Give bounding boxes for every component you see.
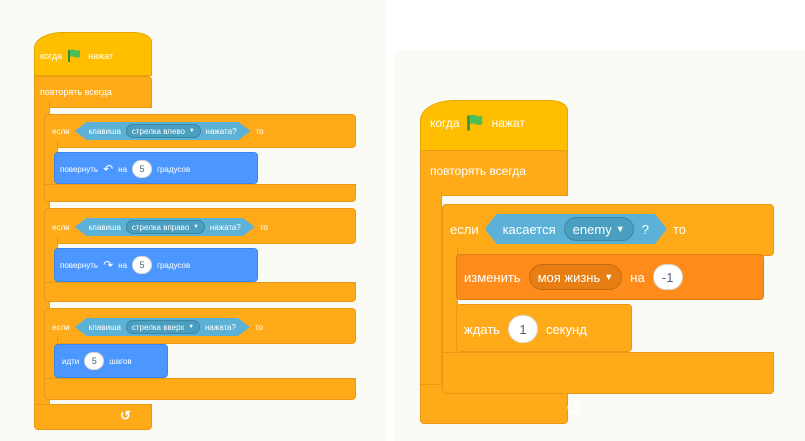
variable-dropdown-value: моя жизнь bbox=[537, 269, 601, 285]
key-dropdown-value: стрелка вверх bbox=[131, 322, 185, 332]
steps-label: шагов bbox=[109, 356, 132, 366]
key-dropdown[interactable]: стрелка влево ▼ bbox=[126, 124, 201, 138]
key-label: клавиша bbox=[88, 322, 121, 332]
key-dropdown-value: стрелка вправо bbox=[131, 222, 190, 232]
if-block-3-foot bbox=[44, 378, 356, 400]
if-label: если bbox=[450, 221, 479, 237]
key-pressed-boolean[interactable]: клавиша стрелка вверх ▼ нажата? bbox=[75, 318, 250, 336]
degrees-label: градусов bbox=[157, 260, 191, 270]
if-block-3-row: если клавиша стрелка вверх ▼ нажата? то bbox=[52, 318, 263, 336]
wait-row: ждать 1 секунд bbox=[464, 314, 587, 344]
forever-label: повторять всегда bbox=[40, 87, 112, 97]
touching-target-dropdown[interactable]: enemy ▼ bbox=[564, 217, 634, 241]
seconds-label: секунд bbox=[545, 321, 587, 337]
move-steps-row: идти 5 шагов bbox=[62, 352, 132, 370]
question-label: ? bbox=[641, 221, 649, 237]
key-dropdown[interactable]: стрелка вправо ▼ bbox=[126, 220, 205, 234]
key-dropdown[interactable]: стрелка вверх ▼ bbox=[126, 320, 200, 334]
key-pressed-boolean[interactable]: клавиша стрелка вправо ▼ нажата? bbox=[75, 218, 255, 236]
pressed-label: нажата? bbox=[205, 126, 237, 136]
change-label: изменить bbox=[464, 269, 521, 285]
wait-label: ждать bbox=[464, 321, 500, 337]
by-label: на bbox=[118, 260, 128, 270]
change-variable-row: изменить моя жизнь ▼ на -1 bbox=[464, 262, 683, 292]
if-label: если bbox=[52, 222, 70, 232]
if-block-2-foot bbox=[44, 282, 356, 302]
turn-right-row: повернуть ↷ на 5 градусов bbox=[60, 256, 190, 274]
key-label: клавиша bbox=[88, 126, 121, 136]
pressed-label: нажата? bbox=[204, 322, 236, 332]
loop-arrow-icon: ↺ bbox=[120, 408, 131, 423]
forever-label: повторять всегда bbox=[430, 164, 526, 178]
when-flag-clicked-row: когда нажат bbox=[430, 112, 525, 134]
then-label: то bbox=[255, 126, 264, 136]
if-block-1-row: если клавиша стрелка влево ▼ нажата? то bbox=[52, 122, 264, 140]
key-label: клавиша bbox=[88, 222, 121, 232]
move-label: идти bbox=[62, 356, 80, 366]
degrees-input[interactable]: 5 bbox=[132, 160, 153, 178]
then-label: то bbox=[254, 322, 263, 332]
then-label: то bbox=[259, 222, 268, 232]
if-label: если bbox=[52, 322, 70, 332]
wait-seconds-input[interactable]: 1 bbox=[507, 315, 538, 343]
key-pressed-boolean[interactable]: клавиша стрелка влево ▼ нажата? bbox=[75, 122, 251, 140]
change-value-input[interactable]: -1 bbox=[652, 264, 683, 290]
turn-left-row: повернуть ↶ на 5 градусов bbox=[60, 160, 190, 178]
green-flag-icon bbox=[67, 49, 83, 63]
touching-boolean[interactable]: касается enemy ▼ ? bbox=[485, 214, 667, 244]
by-label: на bbox=[630, 269, 645, 285]
if-touching-row: если касается enemy ▼ ? то bbox=[450, 214, 686, 244]
steps-input[interactable]: 5 bbox=[84, 352, 105, 370]
forever-block-foot bbox=[34, 404, 152, 430]
if-label: если bbox=[52, 126, 70, 136]
by-label: на bbox=[118, 164, 128, 174]
touching-label: касается bbox=[502, 221, 556, 237]
turn-label: повернуть bbox=[60, 164, 99, 174]
dropdown-caret-icon: ▼ bbox=[615, 224, 625, 234]
rotate-right-icon: ↷ bbox=[103, 258, 114, 272]
dropdown-caret-icon: ▼ bbox=[189, 128, 195, 134]
dropdown-caret-icon: ▼ bbox=[188, 324, 194, 330]
when-label: когда bbox=[40, 51, 63, 61]
if-block-2-row: если клавиша стрелка вправо ▼ нажата? то bbox=[52, 218, 268, 236]
loop-arrow-icon: ↺ bbox=[566, 398, 582, 418]
when-flag-clicked-row: когда нажат bbox=[40, 48, 113, 64]
key-dropdown-value: стрелка влево bbox=[131, 126, 185, 136]
if-block-1-foot bbox=[44, 184, 356, 202]
degrees-input[interactable]: 5 bbox=[132, 256, 153, 274]
clicked-label: нажат bbox=[88, 51, 114, 61]
turn-label: повернуть bbox=[60, 260, 99, 270]
variable-dropdown[interactable]: моя жизнь ▼ bbox=[528, 264, 623, 290]
forever-block-arm bbox=[420, 190, 442, 390]
dropdown-caret-icon: ▼ bbox=[604, 272, 614, 282]
clicked-label: нажат bbox=[491, 116, 525, 130]
then-label: то bbox=[672, 221, 686, 237]
rotate-left-icon: ↶ bbox=[103, 162, 114, 176]
dropdown-caret-icon: ▼ bbox=[193, 224, 199, 230]
when-label: когда bbox=[430, 116, 460, 130]
if-touching-block-foot bbox=[442, 352, 774, 394]
degrees-label: градусов bbox=[157, 164, 191, 174]
touching-target-value: enemy bbox=[572, 221, 612, 237]
pressed-label: нажата? bbox=[209, 222, 241, 232]
green-flag-icon bbox=[466, 114, 486, 132]
